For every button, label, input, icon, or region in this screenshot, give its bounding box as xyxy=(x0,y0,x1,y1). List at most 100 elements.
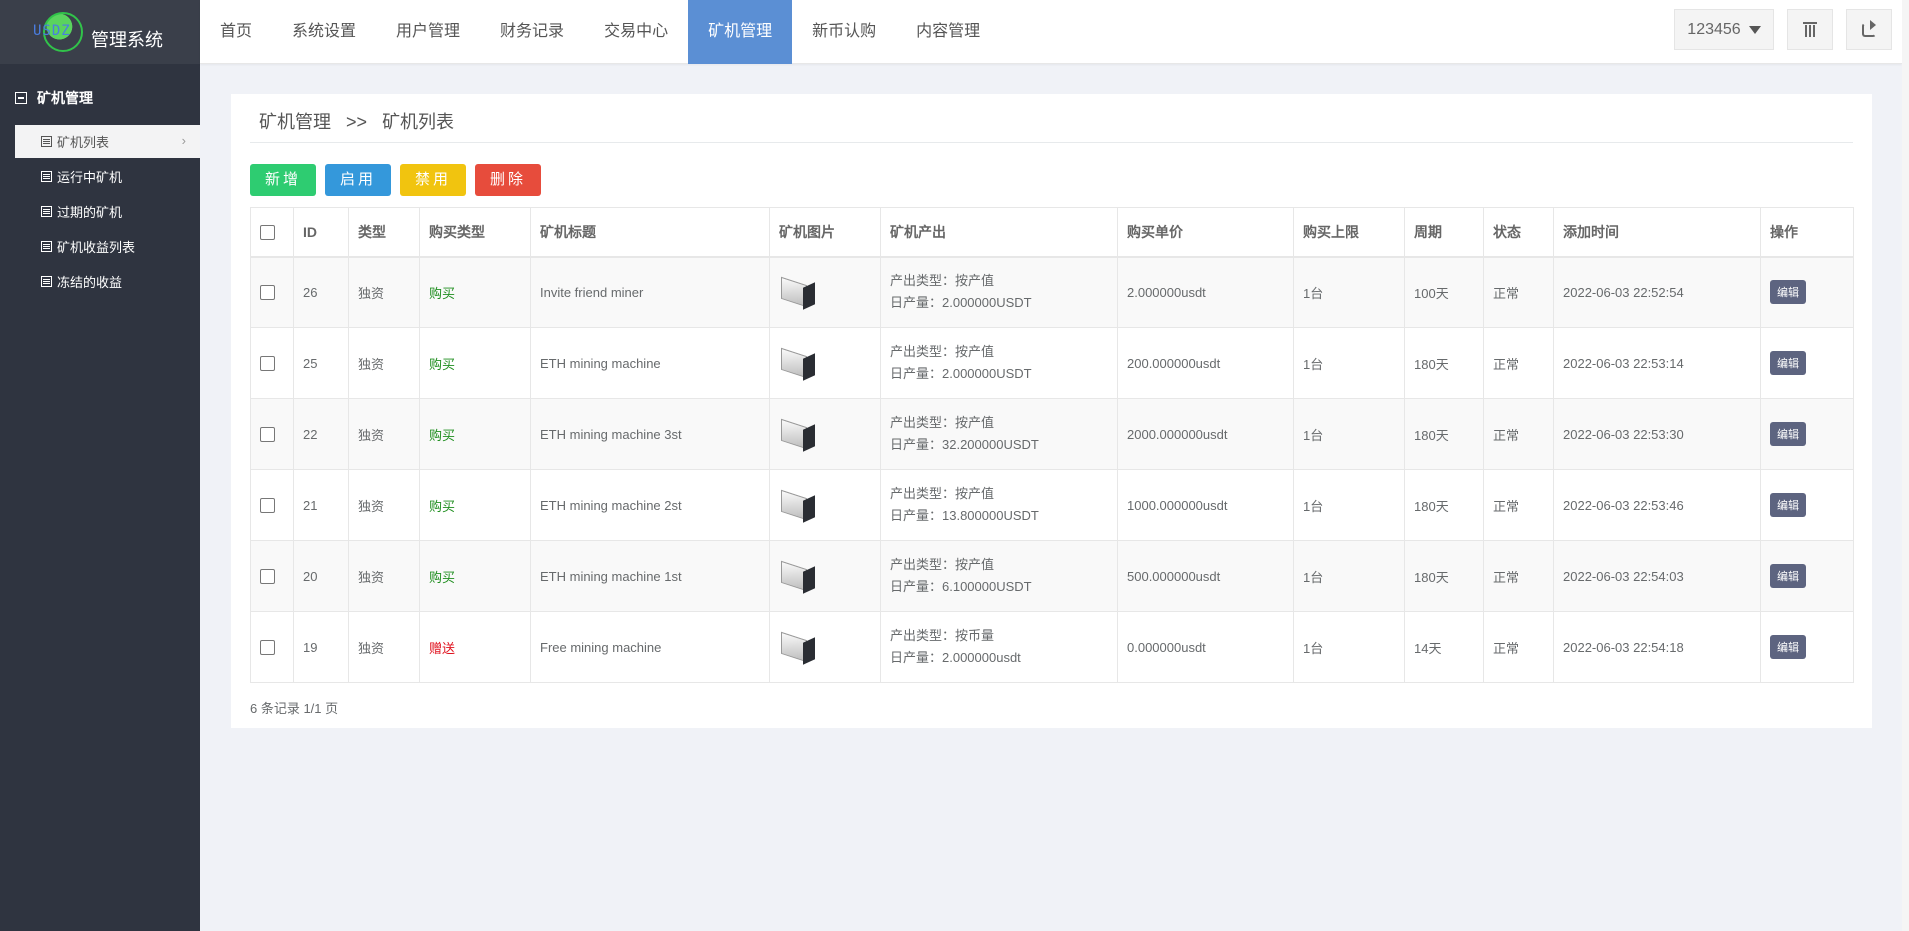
cell-image xyxy=(769,327,881,399)
cell-select xyxy=(250,256,294,328)
table-row: 25 独资 购买 ETH mining machine 产出类型：按产值 日产量：2.00… xyxy=(250,327,1854,399)
cell-title: Invite friend miner xyxy=(530,256,770,328)
column-header: 矿机标题 xyxy=(530,207,770,258)
daily-output: 日产量：2.000000USDT xyxy=(890,295,1032,311)
cell-limit: 1台 xyxy=(1293,469,1405,541)
cell-output: 产出类型：按产值 日产量：2.000000USDT xyxy=(880,256,1118,328)
cell-price: 2000.000000usdt xyxy=(1117,398,1294,470)
table-row: 26 独资 购买 Invite friend miner 产出类型：按产值 日产量：2.0… xyxy=(250,256,1854,328)
nav-item-0[interactable]: 首页 xyxy=(200,0,272,64)
menu-group-label: 矿机管理 xyxy=(37,90,93,106)
column-header: 类型 xyxy=(348,207,420,258)
clear-cache-button[interactable] xyxy=(1787,9,1833,50)
row-checkbox[interactable] xyxy=(260,285,275,301)
nav-item-6[interactable]: 新币认购 xyxy=(792,0,896,64)
nav-item-2[interactable]: 用户管理 xyxy=(376,0,480,64)
top-right-controls: 123456 xyxy=(1674,9,1892,50)
trash-icon xyxy=(1803,22,1817,37)
table-header-row: ID 类型 购买类型 矿机标题 矿机图片 矿机产出 购买单价 购买上限 周期 状态 添加时间 操作 xyxy=(250,207,1854,258)
sidebar-item-0[interactable]: 矿机列表 › xyxy=(15,125,200,158)
list-icon xyxy=(41,136,52,147)
nav-item-4[interactable]: 交易中心 xyxy=(584,0,688,64)
logout-button[interactable] xyxy=(1846,9,1892,50)
enable-button[interactable]: 启用 xyxy=(325,164,392,196)
row-checkbox[interactable] xyxy=(260,356,275,372)
miner-image-icon[interactable] xyxy=(779,560,819,594)
cell-buy-type: 购买 xyxy=(419,327,531,399)
cell-time: 2022-06-03 22:53:46 xyxy=(1553,469,1761,541)
edit-button[interactable]: 编辑 xyxy=(1770,280,1806,305)
miner-image-icon[interactable] xyxy=(779,489,819,523)
edit-button[interactable]: 编辑 xyxy=(1770,422,1806,446)
delete-button[interactable]: 删除 xyxy=(475,164,542,196)
cell-select xyxy=(250,611,294,683)
output-type: 产出类型：按币量 xyxy=(890,628,995,643)
miner-image-icon[interactable] xyxy=(779,347,819,381)
cell-action: 编辑 xyxy=(1760,611,1854,683)
row-checkbox[interactable] xyxy=(260,640,275,656)
row-checkbox[interactable] xyxy=(260,569,275,585)
sidebar-item-3[interactable]: 矿机收益列表 xyxy=(15,230,200,263)
cell-output: 产出类型：按产值 日产量：13.800000USDT xyxy=(880,469,1118,541)
miner-image-icon[interactable] xyxy=(779,418,819,452)
miner-table: ID 类型 购买类型 矿机标题 矿机图片 矿机产出 购买单价 购买上限 周期 状态 添加时间 操作 2… xyxy=(250,207,1854,683)
header-select-all xyxy=(250,207,294,258)
table-row: 19 独资 赠送 Free mining machine 产出类型：按币量 日产量：2.0… xyxy=(250,611,1854,683)
menu-group-miner: 矿机管理 矿机列表 › 运行中矿机过期的矿机 矿机收益列表冻结的收益 xyxy=(0,64,200,298)
row-checkbox[interactable] xyxy=(260,498,275,514)
sidebar-item-label: 冻结的收益 xyxy=(57,275,123,290)
cell-image xyxy=(769,469,881,541)
cell-action: 编辑 xyxy=(1760,256,1854,328)
cell-time: 2022-06-03 22:52:54 xyxy=(1553,256,1761,328)
cell-period: 180天 xyxy=(1404,398,1484,470)
nav-item-5[interactable]: 矿机管理 xyxy=(688,0,793,64)
sidebar: USDZ 管理系统 矿机管理 矿机列表 › 运行中矿机过期的矿机 矿机收益列表冻结的收… xyxy=(0,0,200,931)
list-icon xyxy=(41,276,52,287)
breadcrumb-separator: >> xyxy=(346,112,368,132)
cell-type: 独资 xyxy=(348,540,420,612)
miner-image-icon[interactable] xyxy=(779,277,819,311)
cell-price: 1000.000000usdt xyxy=(1117,469,1294,541)
menu-group-title[interactable]: 矿机管理 xyxy=(0,88,200,108)
add-button[interactable]: 新增 xyxy=(250,164,317,196)
user-dropdown[interactable]: 123456 xyxy=(1674,9,1774,50)
logo[interactable]: USDZ 管理系统 xyxy=(0,0,200,64)
sidebar-item-label: 运行中矿机 xyxy=(57,170,123,185)
cell-select xyxy=(250,469,294,541)
nav-item-7[interactable]: 内容管理 xyxy=(896,0,1000,64)
cell-title: ETH mining machine 1st xyxy=(530,540,770,612)
edit-button[interactable]: 编辑 xyxy=(1770,351,1806,375)
nav-item-3[interactable]: 财务记录 xyxy=(480,0,584,64)
cell-time: 2022-06-03 22:54:03 xyxy=(1553,540,1761,612)
disable-button[interactable]: 禁用 xyxy=(400,164,467,196)
cell-type: 独资 xyxy=(348,256,420,328)
output-type: 产出类型：按产值 xyxy=(890,557,995,572)
edit-button[interactable]: 编辑 xyxy=(1770,564,1806,588)
select-all-checkbox[interactable] xyxy=(260,225,275,241)
cell-id: 22 xyxy=(293,398,349,470)
daily-output: 日产量：6.100000USDT xyxy=(890,579,1032,594)
nav-item-1[interactable]: 系统设置 xyxy=(272,0,376,64)
sidebar-item-1[interactable]: 运行中矿机 xyxy=(15,160,200,193)
cell-title: ETH mining machine xyxy=(530,327,770,399)
cell-id: 19 xyxy=(293,611,349,683)
cell-image xyxy=(769,398,881,470)
edit-button[interactable]: 编辑 xyxy=(1770,493,1806,517)
edit-button[interactable]: 编辑 xyxy=(1770,635,1806,659)
miner-image-icon[interactable] xyxy=(779,631,819,665)
cell-type: 独资 xyxy=(348,327,420,399)
sidebar-item-2[interactable]: 过期的矿机 xyxy=(15,195,200,228)
cell-limit: 1台 xyxy=(1293,256,1405,328)
cell-limit: 1台 xyxy=(1293,611,1405,683)
sidebar-item-4[interactable]: 冻结的收益 xyxy=(15,265,200,298)
cell-time: 2022-06-03 22:53:30 xyxy=(1553,398,1761,470)
column-header: 矿机图片 xyxy=(769,207,881,258)
page-scrollbar[interactable] xyxy=(1902,0,1909,931)
cell-type: 独资 xyxy=(348,398,420,470)
row-checkbox[interactable] xyxy=(260,427,275,443)
column-header: 购买类型 xyxy=(419,207,531,258)
cell-price: 500.000000usdt xyxy=(1117,540,1294,612)
cell-status: 正常 xyxy=(1483,256,1554,328)
cell-title: Free mining machine xyxy=(530,611,770,683)
breadcrumb-parent[interactable]: 矿机管理 xyxy=(259,112,331,132)
